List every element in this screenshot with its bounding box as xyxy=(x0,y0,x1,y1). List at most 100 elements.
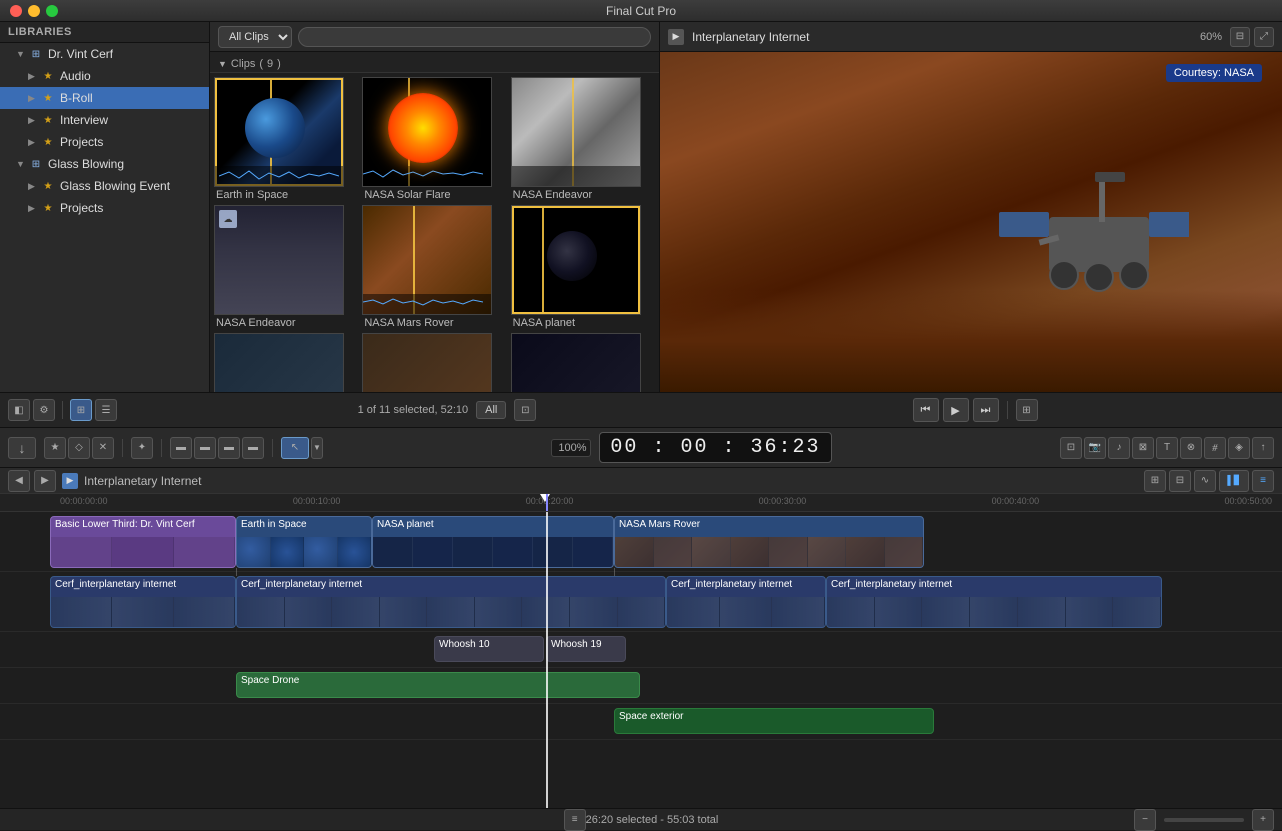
go-to-end-button[interactable]: ⏭ xyxy=(973,398,999,422)
sidebar-item-projects-2[interactable]: ▶ ★ Projects xyxy=(0,197,209,219)
transform-button[interactable]: ⊡ xyxy=(1060,437,1082,459)
grid-view-button[interactable]: ⊞ xyxy=(70,399,92,421)
sidebar-item-projects[interactable]: ▶ ★ Projects xyxy=(0,131,209,153)
effect-button[interactable]: ◈ xyxy=(1228,437,1250,459)
zoom-out-button[interactable]: ⊟ xyxy=(1169,470,1191,492)
star-icon: ★ xyxy=(40,68,56,84)
clip-earth-in-space[interactable]: Earth in Space xyxy=(214,77,358,201)
reject-button[interactable]: ✕ xyxy=(92,437,114,459)
separator xyxy=(62,401,63,419)
timeline-forward-button[interactable]: ▶ xyxy=(34,470,56,492)
tl-clip-mars-rover[interactable]: NASA Mars Rover xyxy=(614,516,924,568)
status-bar-text: 26:20 selected - 55:03 total xyxy=(586,814,719,826)
photo-button[interactable]: 📷 xyxy=(1084,437,1106,459)
clips-row xyxy=(214,333,655,392)
clip-nasa-mars-rover[interactable]: NASA Mars Rover xyxy=(362,205,506,329)
cloud-icon: ☁ xyxy=(219,210,237,228)
clip-label: NASA Mars Rover xyxy=(362,317,492,329)
sidebar-item-audio[interactable]: ▶ ★ Audio xyxy=(0,65,209,87)
select-tool[interactable]: ↖ xyxy=(281,437,309,459)
sidebar-item-dr-vint-cerf[interactable]: ▼ ⊞ Dr. Vint Cerf xyxy=(0,43,209,65)
clip-nasa-endeavor-1[interactable]: NASA Endeavor xyxy=(511,77,655,201)
zoom-in-timeline[interactable]: + xyxy=(1252,809,1274,831)
tl-clip-cerf-1[interactable]: Cerf_interplanetary internet xyxy=(50,576,236,628)
tc-sep: : xyxy=(652,436,666,459)
retiming-button[interactable]: ⊠ xyxy=(1132,437,1154,459)
minimize-button[interactable] xyxy=(28,5,40,17)
tl-clip-cerf-4[interactable]: Cerf_interplanetary internet xyxy=(826,576,1162,628)
browser-toolbar: All Clips xyxy=(210,22,659,52)
tl-clip-nasa-planet[interactable]: NASA planet xyxy=(372,516,614,568)
sidebar-item-b-roll[interactable]: ▶ ★ B-Roll xyxy=(0,87,209,109)
sidebar-item-label: Interview xyxy=(60,113,108,127)
zoom-slider[interactable] xyxy=(1164,818,1244,822)
zoom-in-button[interactable]: ⊞ xyxy=(1144,470,1166,492)
blade-tool[interactable]: ▬ xyxy=(170,437,192,459)
clip-nasa-endeavor-2[interactable]: ☁ NASA Endeavor xyxy=(214,205,358,329)
text-button[interactable]: T xyxy=(1156,437,1178,459)
add-marker-button[interactable]: ◇ xyxy=(68,437,90,459)
sidebar-item-glass-blowing[interactable]: ▼ ⊞ Glass Blowing xyxy=(0,153,209,175)
clip-label: Whoosh 19 xyxy=(547,637,625,652)
generator-button[interactable]: ⊗ xyxy=(1180,437,1202,459)
viewer-settings-button[interactable]: ⊟ xyxy=(1230,27,1250,47)
sidebar-item-glass-blowing-event[interactable]: ▶ ★ Glass Blowing Event xyxy=(0,175,209,197)
tl-clip-cerf-2[interactable]: Cerf_interplanetary internet xyxy=(236,576,666,628)
video-track-1: Basic Lower Third: Dr. Vint Cerf Earth i… xyxy=(0,512,1282,572)
share-button[interactable]: ↑ xyxy=(1252,437,1274,459)
close-button[interactable] xyxy=(10,5,22,17)
list-view-button[interactable]: ☰ xyxy=(95,399,117,421)
import-button[interactable]: ↓ xyxy=(8,437,36,459)
clip-nasa-planet[interactable]: NASA planet xyxy=(511,205,655,329)
clip-label: Space Drone xyxy=(237,673,639,688)
clips-row: Earth in Space NASA Solar Flare xyxy=(214,77,655,201)
sidebar-toggle-button[interactable]: ◧ xyxy=(8,399,30,421)
tl-clip-earth[interactable]: Earth in Space xyxy=(236,516,372,568)
separator xyxy=(1007,401,1008,419)
waveform-toggle[interactable]: ∿ xyxy=(1194,470,1216,492)
timeline-back-button[interactable]: ◀ xyxy=(8,470,30,492)
tl-clip-whoosh10[interactable]: Whoosh 10 xyxy=(434,636,544,662)
filter-select[interactable]: All Clips xyxy=(218,26,292,48)
timeline-tracks[interactable]: Basic Lower Third: Dr. Vint Cerf Earth i… xyxy=(0,512,1282,808)
favorite-button[interactable]: ★ xyxy=(44,437,66,459)
clip-8[interactable] xyxy=(362,333,506,392)
magic-wand-button[interactable]: ✦ xyxy=(131,437,153,459)
clip-list-button[interactable]: ≡ xyxy=(564,809,586,831)
position-tool[interactable]: ▬ xyxy=(242,437,264,459)
tl-clip-whoosh19[interactable]: Whoosh 19 xyxy=(546,636,626,662)
maximize-button[interactable] xyxy=(46,5,58,17)
clip-appearance-button[interactable]: ⊡ xyxy=(514,399,536,421)
clip-thumbnail xyxy=(214,77,344,187)
sidebar-item-interview[interactable]: ▶ ★ Interview xyxy=(0,109,209,131)
fs-frame xyxy=(51,597,112,627)
transition-button[interactable]: ⧣ xyxy=(1204,437,1226,459)
clip-nasa-solar-flare[interactable]: NASA Solar Flare xyxy=(362,77,506,201)
settings-button[interactable]: ⚙ xyxy=(33,399,55,421)
viewer-fullscreen-button[interactable]: ⤢ xyxy=(1254,27,1274,47)
audio-button[interactable]: ♪ xyxy=(1108,437,1130,459)
clip-7[interactable] xyxy=(214,333,358,392)
zoom-out-timeline[interactable]: − xyxy=(1134,809,1156,831)
timeline-options[interactable]: ≡ xyxy=(1252,470,1274,492)
window-controls[interactable] xyxy=(10,5,58,17)
clip-label: Basic Lower Third: Dr. Vint Cerf xyxy=(51,517,235,532)
go-to-start-button[interactable]: ⏮ xyxy=(913,398,939,422)
all-clips-button[interactable]: All xyxy=(476,401,506,419)
fs-frame xyxy=(1066,597,1114,627)
timeline-ruler: 00:00:00:00 00:00:10:00 00:00:20:00 00:0… xyxy=(0,494,1282,512)
clip-9[interactable] xyxy=(511,333,655,392)
search-input[interactable] xyxy=(298,27,651,47)
viewer-mode-button[interactable]: ⊞ xyxy=(1016,399,1038,421)
star-icon: ★ xyxy=(40,112,56,128)
expand-arrow: ▼ xyxy=(16,159,28,169)
zoom-tool[interactable]: ▬ xyxy=(194,437,216,459)
tl-clip-lower-third[interactable]: Basic Lower Third: Dr. Vint Cerf xyxy=(50,516,236,568)
play-pause-button[interactable]: ▶ xyxy=(943,398,969,422)
hand-tool[interactable]: ▬ xyxy=(218,437,240,459)
tl-clip-space-exterior[interactable]: Space exterior xyxy=(614,708,934,734)
select-dropdown[interactable]: ▼ xyxy=(311,437,323,459)
top-section: Libraries ▼ ⊞ Dr. Vint Cerf ▶ ★ Audio ▶ … xyxy=(0,22,1282,392)
tl-clip-cerf-3[interactable]: Cerf_interplanetary internet xyxy=(666,576,826,628)
tl-clip-space-drone[interactable]: Space Drone xyxy=(236,672,640,698)
